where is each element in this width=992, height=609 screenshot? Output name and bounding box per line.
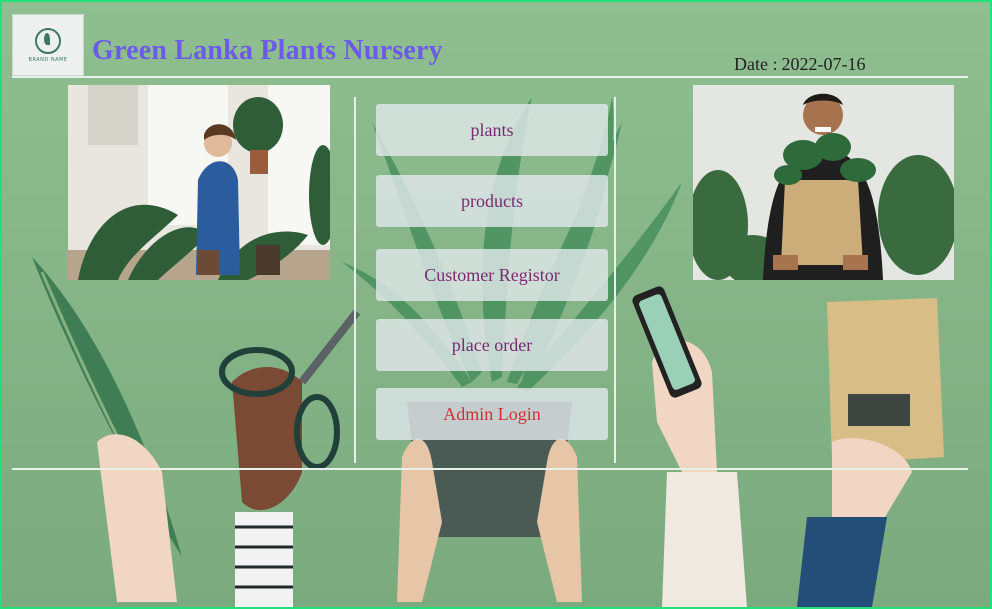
brand-logo: BRAND NAME (12, 14, 84, 76)
customer-register-button[interactable]: Customer Registor (376, 249, 608, 301)
place-order-button[interactable]: place order (376, 319, 608, 371)
leaf-icon (35, 27, 61, 54)
app-title: Green Lanka Plants Nursery (92, 35, 443, 66)
date-value: 2022-07-16 (781, 54, 866, 74)
date-display: Date :2022-07-16 (734, 54, 865, 75)
menu-right-divider (614, 97, 616, 463)
main-window: BRAND NAME Green Lanka Plants Nursery Da… (0, 0, 992, 609)
header-divider (12, 76, 968, 78)
plants-button[interactable]: plants (376, 104, 608, 156)
products-button[interactable]: products (376, 175, 608, 227)
date-label: Date : (734, 54, 778, 74)
footer-divider (12, 468, 968, 470)
brand-logo-text: BRAND NAME (28, 56, 68, 63)
photo-man-holding-plant-bag (693, 85, 954, 280)
photo-woman-watering-plants (68, 85, 330, 280)
menu-left-divider (354, 97, 356, 463)
admin-login-button[interactable]: Admin Login (376, 388, 608, 440)
